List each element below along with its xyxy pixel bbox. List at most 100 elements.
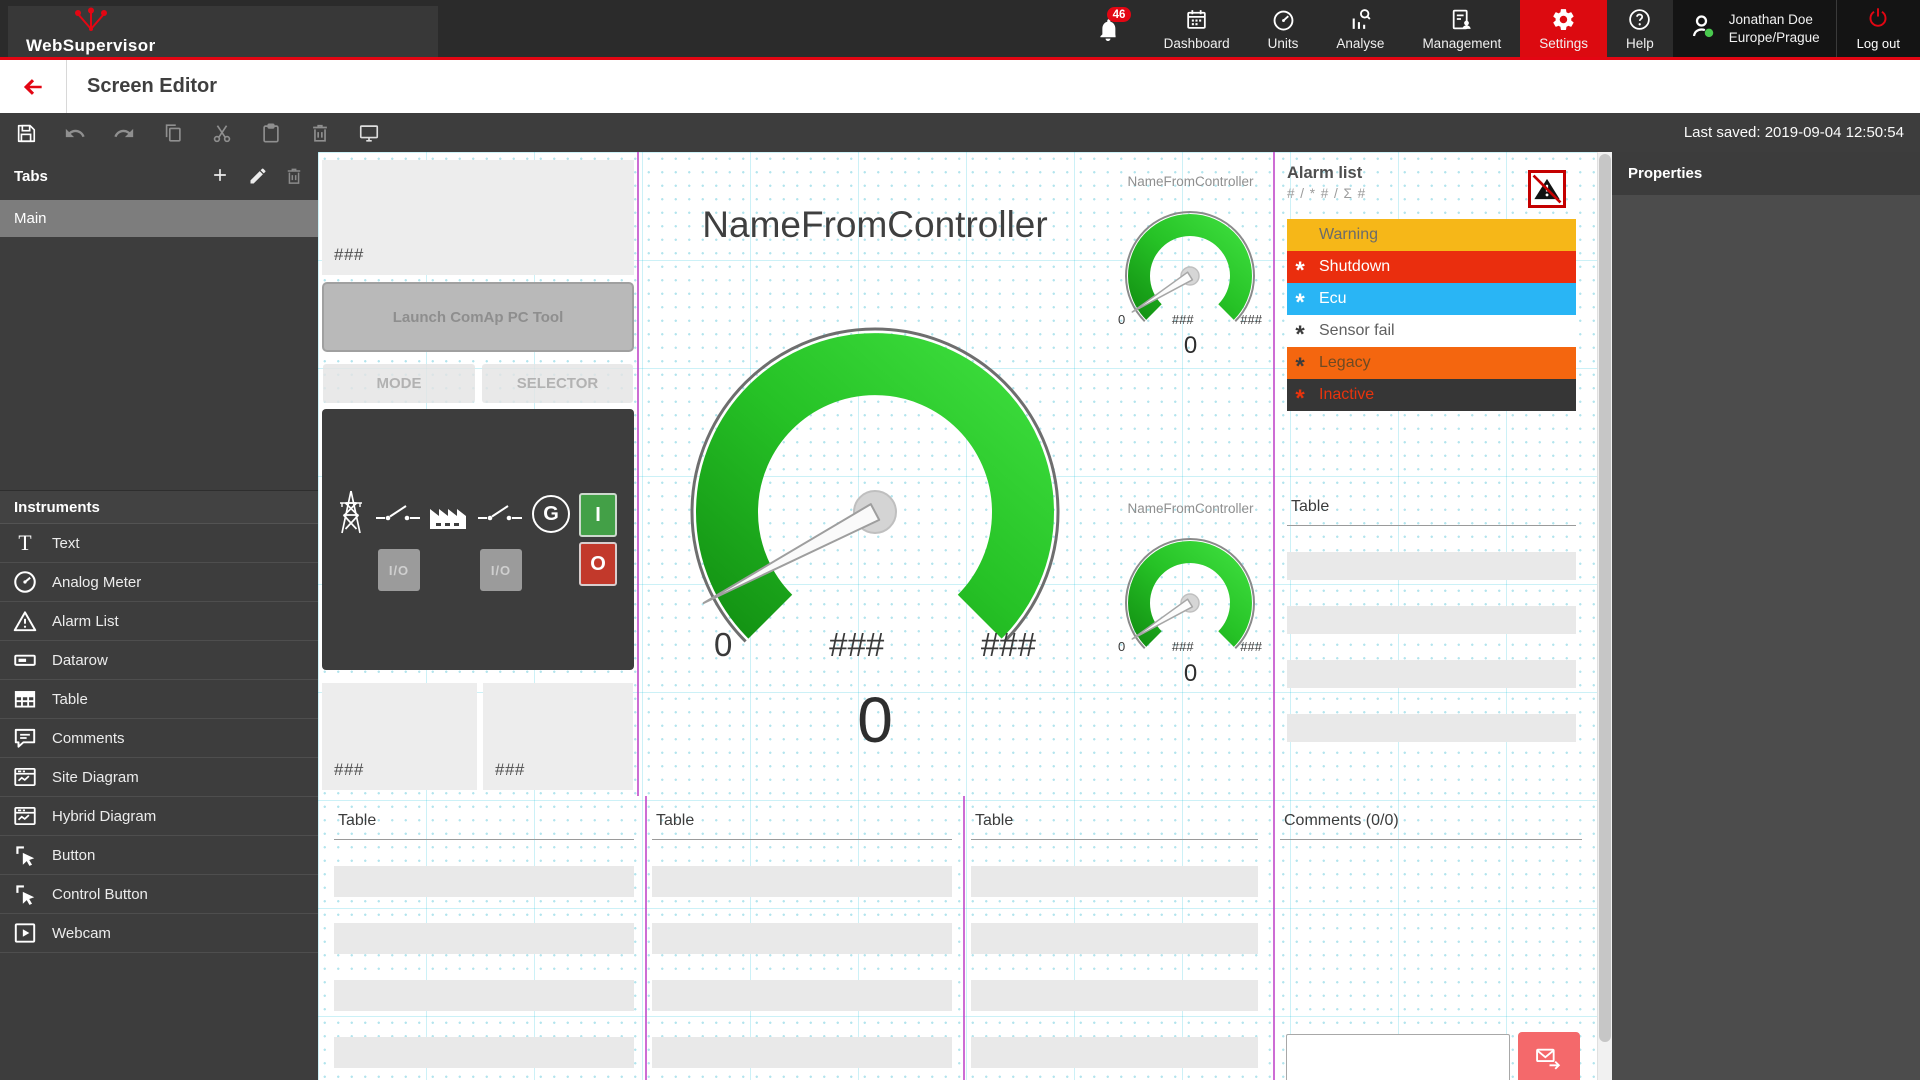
text-widget[interactable]: ###: [322, 160, 634, 275]
io-button[interactable]: I/O: [480, 549, 522, 591]
save-button[interactable]: [15, 122, 37, 144]
instrument-text[interactable]: TText: [0, 524, 318, 563]
alarm-reset-icon[interactable]: [1528, 170, 1566, 208]
alarm-star-icon: *: [1287, 330, 1313, 340]
instrument-datarow[interactable]: Datarow: [0, 641, 318, 680]
editor-canvas[interactable]: ### Launch ComAp PC Tool MODE SELECTOR: [318, 152, 1597, 1080]
alarm-list-rows: *Warning*Shutdown*Ecu*Sensor fail*Legacy…: [1287, 219, 1576, 411]
sidebar-spacer: [0, 237, 318, 490]
nav-help[interactable]: Help: [1607, 0, 1673, 57]
instrument-label: Alarm List: [52, 613, 119, 630]
launch-comap-pc-tool-button[interactable]: Launch ComAp PC Tool: [322, 282, 634, 352]
properties-panel: Properties: [1612, 152, 1920, 1080]
stop-button[interactable]: O: [579, 542, 617, 586]
table-widget[interactable]: Table: [971, 802, 1258, 1080]
analog-meter-gauge[interactable]: [680, 317, 1070, 662]
table-widget[interactable]: Table: [652, 802, 952, 1080]
instrument-label: Analog Meter: [52, 574, 141, 591]
instrument-comments[interactable]: Comments: [0, 719, 318, 758]
text-widget[interactable]: ###: [483, 683, 633, 790]
instrument-label: Datarow: [52, 652, 108, 669]
nav-settings[interactable]: Settings: [1520, 0, 1607, 57]
text-widget[interactable]: ###: [322, 683, 477, 790]
nav-management[interactable]: Management: [1403, 0, 1520, 57]
cut-button[interactable]: [211, 122, 233, 144]
table-title: Table: [1287, 488, 1576, 516]
gauge-value: 0: [1108, 660, 1273, 688]
gauge-max-label: ###: [1240, 312, 1262, 327]
notifications-button[interactable]: 46: [1071, 0, 1145, 57]
instrument-control-button[interactable]: Control Button: [0, 875, 318, 914]
last-saved-status: Last saved: 2019-09-04 12:50:54: [1684, 124, 1920, 141]
table-widget[interactable]: Table: [1287, 488, 1576, 746]
notification-badge: 46: [1107, 7, 1132, 22]
user-name: Jonathan Doe: [1729, 11, 1820, 29]
back-button[interactable]: [0, 74, 66, 100]
instrument-webcam[interactable]: Webcam: [0, 914, 318, 953]
divider: [66, 60, 67, 113]
logo-block[interactable]: WebSupervisor: [8, 6, 438, 57]
table-rows: [1287, 526, 1576, 742]
instrument-analog-meter[interactable]: Analog Meter: [0, 563, 318, 602]
topbar: WebSupervisor 46 DashboardUnitsAnalyseMa…: [0, 0, 1920, 60]
instrument-label: Table: [52, 691, 88, 708]
instrument-alarm-list[interactable]: Alarm List: [0, 602, 318, 641]
site-diagram-widget[interactable]: G I I/O I/O O: [322, 409, 634, 670]
delete-button[interactable]: [309, 122, 331, 144]
sidebar-tab-main[interactable]: Main: [0, 200, 318, 237]
instrument-table[interactable]: Table: [0, 680, 318, 719]
copy-button[interactable]: [162, 122, 184, 144]
user-menu[interactable]: Jonathan Doe Europe/Prague: [1673, 0, 1836, 57]
tabs-header-title: Tabs: [14, 168, 194, 185]
add-tab-button[interactable]: [210, 165, 232, 187]
delete-tab-button[interactable]: [284, 166, 304, 186]
comment-input[interactable]: [1286, 1034, 1510, 1080]
gauge-min-label: 0: [1118, 312, 1125, 327]
alarm-row-ecu: * Ecu: [1287, 283, 1576, 315]
text-widget-value: ###: [322, 760, 364, 790]
transmission-tower-icon: [334, 489, 368, 535]
selector-button[interactable]: SELECTOR: [482, 364, 633, 403]
io-button[interactable]: I/O: [378, 549, 420, 591]
alarm-star-icon: *: [1287, 298, 1313, 308]
send-comment-button[interactable]: [1518, 1032, 1580, 1080]
instruments-header: Instruments: [0, 490, 318, 524]
instrument-site-diagram[interactable]: Site Diagram: [0, 758, 318, 797]
guide-line: [963, 796, 965, 1080]
paste-button[interactable]: [260, 122, 282, 144]
gauge-min-label: 0: [1118, 639, 1125, 654]
edit-tab-button[interactable]: [248, 166, 268, 186]
brand-molecule-icon: [70, 7, 112, 36]
nav-units[interactable]: Units: [1249, 0, 1318, 57]
alarm-list-widget[interactable]: Alarm list # / * # / Σ # *Warning*Shutdo…: [1287, 164, 1576, 411]
scrollbar-thumb[interactable]: [1599, 154, 1611, 1042]
instrument-hybrid-diagram[interactable]: Hybrid Diagram: [0, 797, 318, 836]
alarm-list-header: Alarm list # / * # / Σ #: [1287, 164, 1576, 219]
nav-analyse[interactable]: Analyse: [1317, 0, 1403, 57]
breaker-switch-icon: [376, 503, 420, 523]
undo-button[interactable]: [64, 122, 86, 144]
topbar-nav: DashboardUnitsAnalyseManagementSettings H…: [1145, 0, 1673, 57]
table-widget[interactable]: Table: [334, 802, 634, 1080]
nav-dashboard[interactable]: Dashboard: [1145, 0, 1249, 57]
diagram-icon: [12, 803, 38, 829]
gauge-min-label: 0: [714, 626, 732, 664]
redo-button[interactable]: [113, 122, 135, 144]
properties-header: Properties: [1612, 152, 1920, 195]
comments-widget[interactable]: Comments (0/0): [1280, 802, 1582, 1080]
gauge-value: 0: [1108, 332, 1273, 360]
table-title: Table: [971, 802, 1258, 830]
gauge-value: 0: [680, 683, 1070, 757]
table-rows: [334, 840, 634, 1078]
start-button[interactable]: I: [579, 493, 617, 537]
vertical-scrollbar[interactable]: [1597, 152, 1612, 1080]
alarm-label: Ecu: [1319, 290, 1347, 308]
instrument-button[interactable]: Button: [0, 836, 318, 875]
nav-label: Help: [1626, 36, 1654, 51]
commentsic-icon: [12, 725, 38, 751]
guide-line: [1273, 152, 1275, 1080]
mode-button[interactable]: MODE: [323, 364, 475, 403]
logout-button[interactable]: Log out: [1836, 0, 1920, 57]
preview-button[interactable]: [358, 122, 380, 144]
alarm-row-inactive: *Inactive: [1287, 379, 1576, 411]
